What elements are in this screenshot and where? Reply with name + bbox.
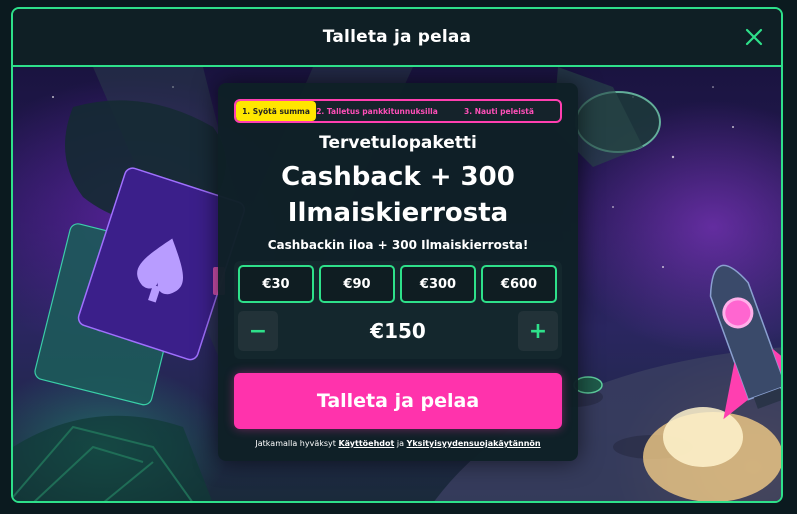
deposit-play-button[interactable]: Talleta ja pelaa bbox=[234, 373, 562, 429]
terms-text: Jatkamalla hyväksyt Käyttöehdot ja Yksit… bbox=[218, 439, 578, 448]
minus-icon: − bbox=[248, 318, 268, 344]
amount-button-90[interactable]: €90 bbox=[319, 265, 395, 303]
plus-icon: + bbox=[528, 318, 548, 344]
increase-button[interactable]: + bbox=[518, 311, 558, 351]
decrease-button[interactable]: − bbox=[238, 311, 278, 351]
promo-title: Cashback + 300 Ilmaiskierrosta bbox=[218, 159, 578, 231]
promo-title-line2: Ilmaiskierrosta bbox=[287, 198, 509, 228]
terms-prefix: Jatkamalla hyväksyt bbox=[255, 439, 336, 448]
terms-middle: ja bbox=[396, 439, 405, 448]
deposit-panel: 1. Syötä summa 2. Talletus pankkitunnuks… bbox=[218, 83, 578, 461]
close-icon bbox=[745, 28, 763, 46]
close-button[interactable] bbox=[741, 24, 767, 50]
step-3: 3. Nauti peleistä bbox=[464, 106, 534, 116]
privacy-link[interactable]: Yksityisyydensuojakäytännön bbox=[407, 439, 541, 448]
modal-header: Talleta ja pelaa bbox=[13, 9, 781, 67]
deposit-modal: Talleta ja pelaa 1. Syötä summa 2. Talle… bbox=[11, 7, 783, 503]
promo-title-line1: Cashback + 300 bbox=[281, 162, 515, 192]
progress-steps: 1. Syötä summa 2. Talletus pankkitunnuks… bbox=[234, 99, 562, 123]
promo-subtitle: Cashbackin iloa + 300 Ilmaiskierrosta! bbox=[267, 238, 529, 252]
step-2: 2. Talletus pankkitunnuksilla bbox=[316, 106, 438, 116]
amount-stepper: − €150 + bbox=[238, 311, 558, 351]
terms-link[interactable]: Käyttöehdot bbox=[338, 439, 394, 448]
preset-amounts: €30 €90 €300 €600 bbox=[238, 265, 557, 303]
step-1: 1. Syötä summa bbox=[236, 101, 316, 121]
modal-title: Talleta ja pelaa bbox=[322, 27, 472, 47]
amount-button-300[interactable]: €300 bbox=[400, 265, 476, 303]
amount-input[interactable]: €150 bbox=[278, 311, 518, 351]
promo-title-small: Tervetulopaketti bbox=[319, 133, 477, 153]
amount-button-30[interactable]: €30 bbox=[238, 265, 314, 303]
amount-button-600[interactable]: €600 bbox=[481, 265, 557, 303]
background-scene: 1. Syötä summa 2. Talletus pankkitunnuks… bbox=[13, 67, 781, 501]
amount-selector: €30 €90 €300 €600 − €150 + bbox=[234, 261, 562, 359]
